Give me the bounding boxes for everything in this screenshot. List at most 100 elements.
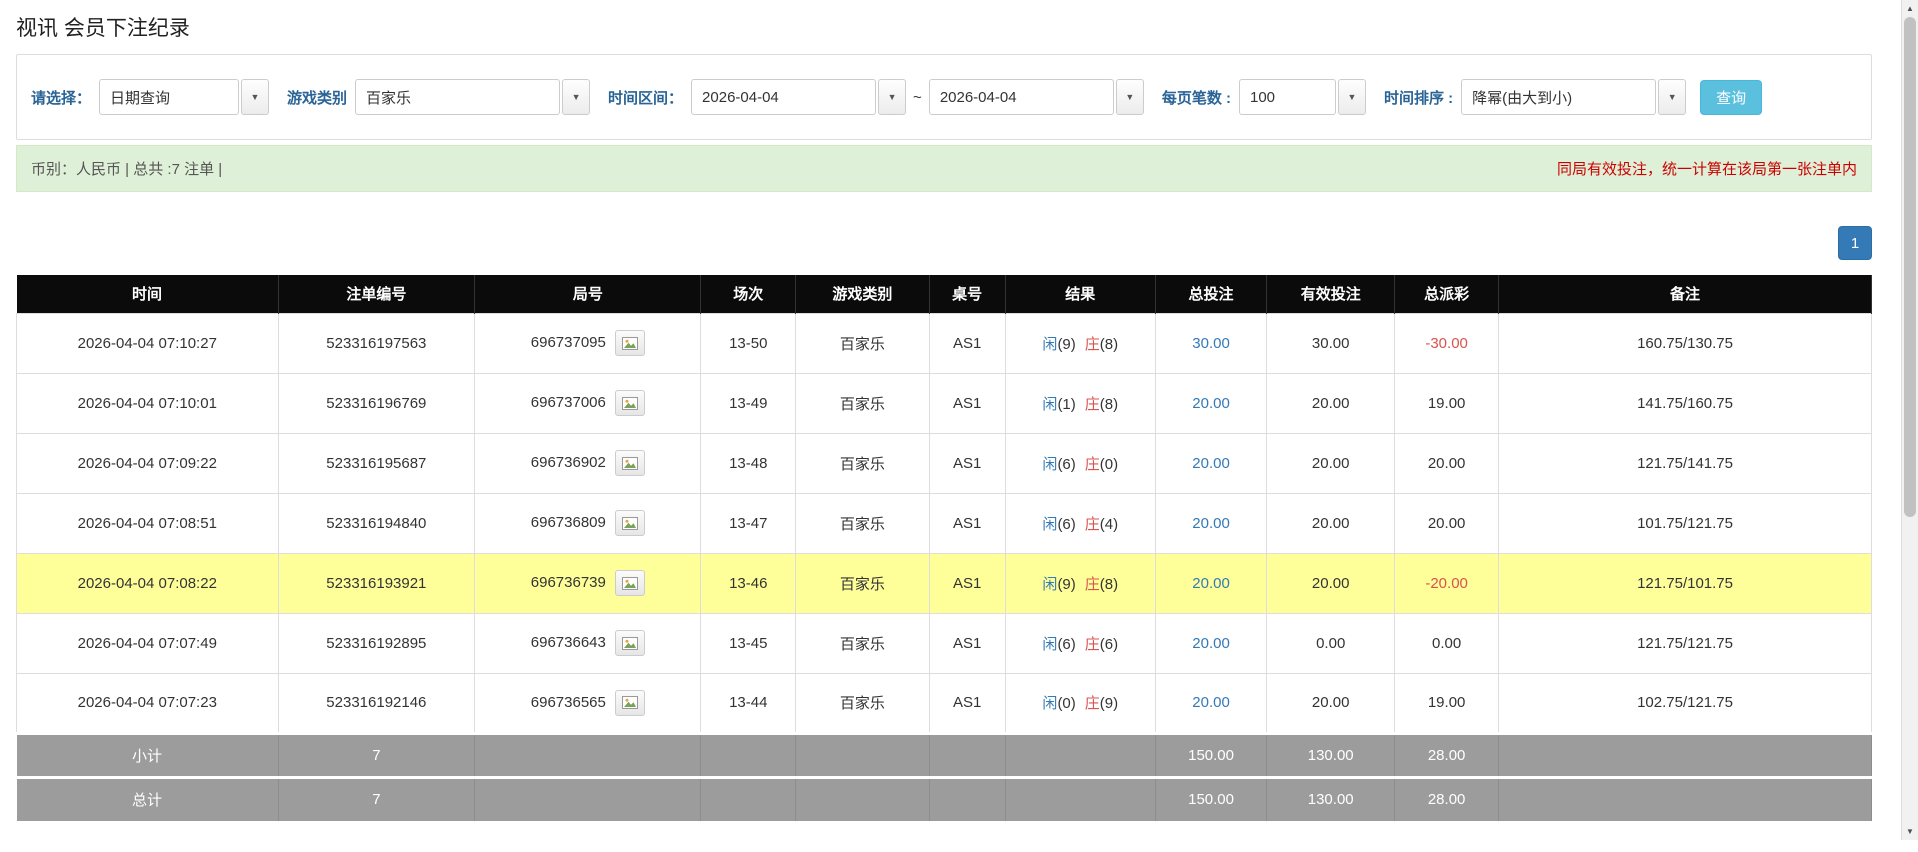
subtotal-valid-bet: 130.00 [1267, 733, 1395, 777]
banker-result: 庄 [1085, 516, 1100, 533]
banker-result: 庄 [1085, 636, 1100, 653]
grand-total-label: 总计 [17, 777, 279, 821]
footer-empty-cell [701, 777, 796, 821]
currency-summary-text: 币别：人民币 | 总共 :7 注单 | [31, 158, 222, 179]
cell-total-bet[interactable]: 20.00 [1155, 613, 1266, 673]
round-preview-button[interactable] [615, 390, 645, 416]
cell-total-bet[interactable]: 20.00 [1155, 373, 1266, 433]
scroll-up-icon[interactable]: ▲ [1902, 0, 1918, 17]
page-size-value[interactable]: 100 [1239, 79, 1336, 115]
cell-bet-no: 523316192146 [278, 673, 475, 733]
cell-total-bet[interactable]: 20.00 [1155, 553, 1266, 613]
banker-points: (8) [1100, 576, 1118, 593]
round-preview-button[interactable] [615, 570, 645, 596]
cell-payout: 19.00 [1395, 673, 1499, 733]
sort-order-dropdown[interactable]: 降幂(由大到小) ▼ [1461, 79, 1686, 115]
valid-bet-notice: 同局有效投注，统一计算在该局第一张注单内 [1557, 158, 1857, 179]
round-number: 696736643 [531, 634, 606, 651]
game-type-value[interactable]: 百家乐 [355, 79, 560, 115]
chevron-down-icon[interactable]: ▼ [562, 79, 590, 115]
cell-payout: 20.00 [1395, 493, 1499, 553]
col-header-result: 结果 [1005, 275, 1155, 313]
summary-bar: 币别：人民币 | 总共 :7 注单 | 同局有效投注，统一计算在该局第一张注单内 [16, 145, 1872, 192]
cell-total-bet[interactable]: 30.00 [1155, 313, 1266, 373]
cell-table-no: AS1 [929, 613, 1005, 673]
cell-time: 2026-04-04 07:07:49 [17, 613, 279, 673]
player-result: 闲 [1042, 695, 1057, 712]
cell-total-bet[interactable]: 20.00 [1155, 493, 1266, 553]
col-header-time: 时间 [17, 275, 279, 313]
round-number: 696736565 [531, 693, 606, 710]
cell-table-no: AS1 [929, 673, 1005, 733]
game-type-dropdown[interactable]: 百家乐 ▼ [355, 79, 590, 115]
chevron-down-icon[interactable]: ▼ [1658, 79, 1686, 115]
cell-total-bet[interactable]: 20.00 [1155, 673, 1266, 733]
page-1-button[interactable]: 1 [1838, 226, 1872, 260]
page-size-dropdown[interactable]: 100 ▼ [1239, 79, 1366, 115]
footer-empty-cell [929, 733, 1005, 777]
sort-order-value[interactable]: 降幂(由大到小) [1461, 79, 1656, 115]
cell-payout: 0.00 [1395, 613, 1499, 673]
cell-session: 13-45 [701, 613, 796, 673]
banker-result: 庄 [1085, 456, 1100, 473]
date-to-picker[interactable]: 2026-04-04 ▼ [929, 79, 1144, 115]
cell-session: 13-50 [701, 313, 796, 373]
banker-points: (4) [1100, 516, 1118, 533]
cell-time: 2026-04-04 07:08:22 [17, 553, 279, 613]
cell-payout: 19.00 [1395, 373, 1499, 433]
table-row: 2026-04-04 07:07:23 523316192146 6967365… [17, 673, 1872, 733]
game-type-label: 游戏类别 [287, 87, 347, 108]
query-type-value[interactable]: 日期查询 [99, 79, 239, 115]
col-header-payout: 总派彩 [1395, 275, 1499, 313]
round-preview-button[interactable] [615, 630, 645, 656]
cell-total-bet[interactable]: 20.00 [1155, 433, 1266, 493]
table-body: 2026-04-04 07:10:27 523316197563 6967370… [17, 313, 1872, 733]
pagination: 1 [16, 226, 1872, 260]
player-points: (9) [1057, 576, 1075, 593]
scrollbar-thumb[interactable] [1904, 17, 1916, 517]
cell-result: 闲(9)庄(8) [1005, 313, 1155, 373]
cell-round-no: 696736565 [475, 673, 701, 733]
photo-icon [622, 457, 638, 470]
photo-icon [622, 637, 638, 650]
round-preview-button[interactable] [615, 510, 645, 536]
cell-table-no: AS1 [929, 553, 1005, 613]
cell-round-no: 696736739 [475, 553, 701, 613]
cell-valid-bet: 20.00 [1267, 673, 1395, 733]
cell-note: 121.75/141.75 [1499, 433, 1872, 493]
table-row: 2026-04-04 07:10:27 523316197563 6967370… [17, 313, 1872, 373]
search-button[interactable]: 查询 [1700, 80, 1762, 115]
player-result: 闲 [1042, 516, 1057, 533]
cell-game-type: 百家乐 [796, 433, 930, 493]
cell-valid-bet: 20.00 [1267, 493, 1395, 553]
player-result: 闲 [1042, 396, 1057, 413]
cell-game-type: 百家乐 [796, 493, 930, 553]
scroll-down-icon[interactable]: ▼ [1902, 823, 1918, 840]
cell-note: 121.75/121.75 [1499, 613, 1872, 673]
cell-game-type: 百家乐 [796, 373, 930, 433]
table-row: 2026-04-04 07:10:01 523316196769 6967370… [17, 373, 1872, 433]
footer-empty-cell [475, 733, 701, 777]
footer-empty-cell [796, 733, 930, 777]
round-number: 696736809 [531, 514, 606, 531]
browser-scrollbar[interactable]: ▲ ▼ [1901, 0, 1918, 840]
chevron-down-icon[interactable]: ▼ [241, 79, 269, 115]
photo-icon [622, 696, 638, 709]
date-from-picker[interactable]: 2026-04-04 ▼ [691, 79, 906, 115]
grand-total-row: 总计 7 150.00 130.00 28.00 [17, 777, 1872, 821]
date-from-value[interactable]: 2026-04-04 [691, 79, 876, 115]
query-type-dropdown[interactable]: 日期查询 ▼ [99, 79, 269, 115]
col-header-total-bet: 总投注 [1155, 275, 1266, 313]
date-to-value[interactable]: 2026-04-04 [929, 79, 1114, 115]
chevron-down-icon[interactable]: ▼ [878, 79, 906, 115]
grand-total-payout: 28.00 [1395, 777, 1499, 821]
subtotal-payout: 28.00 [1395, 733, 1499, 777]
round-preview-button[interactable] [615, 450, 645, 476]
round-preview-button[interactable] [615, 330, 645, 356]
player-points: (9) [1057, 336, 1075, 353]
chevron-down-icon[interactable]: ▼ [1338, 79, 1366, 115]
cell-game-type: 百家乐 [796, 613, 930, 673]
chevron-down-icon[interactable]: ▼ [1116, 79, 1144, 115]
round-preview-button[interactable] [615, 690, 645, 716]
photo-icon [622, 517, 638, 530]
